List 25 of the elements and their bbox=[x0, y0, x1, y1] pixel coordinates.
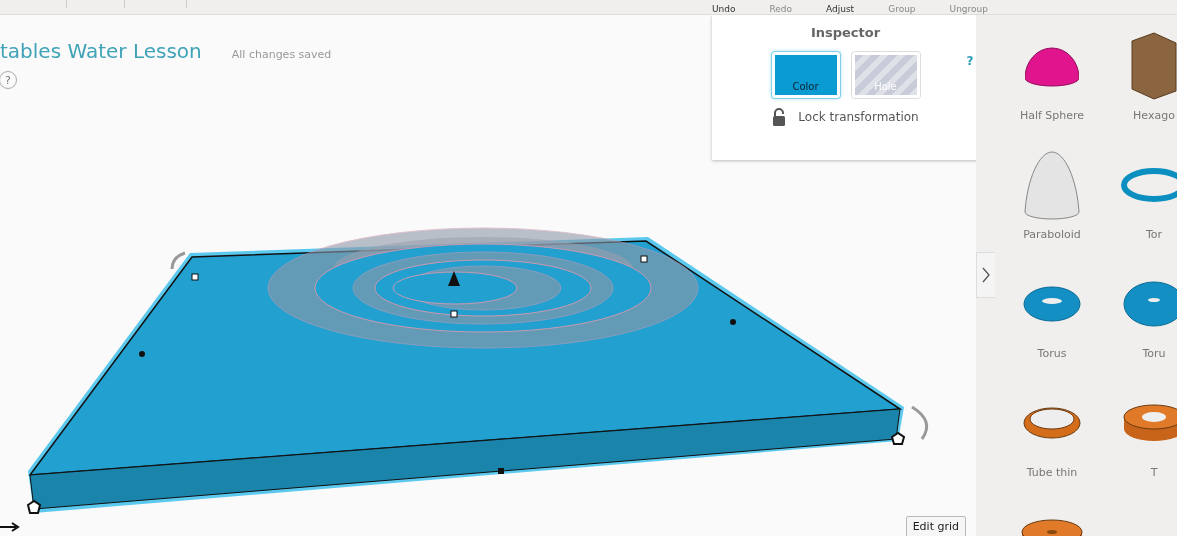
shape-label: Hexago bbox=[1133, 109, 1175, 122]
save-status: All changes saved bbox=[231, 48, 332, 61]
shape-label: T bbox=[1150, 466, 1158, 479]
shape-label: Tor bbox=[1145, 228, 1163, 241]
tube-icon bbox=[1023, 407, 1081, 439]
help-button[interactable]: ? bbox=[966, 54, 974, 68]
shape-label: Half Sphere bbox=[1019, 109, 1085, 122]
shape-label: Tube thin bbox=[1026, 466, 1078, 479]
hexagonal-prism-icon bbox=[1131, 32, 1177, 100]
torus-icon bbox=[1121, 168, 1177, 202]
open-padlock-icon[interactable] bbox=[772, 108, 787, 126]
torus-icon bbox=[1023, 286, 1081, 322]
toolbar-button[interactable]: Undo bbox=[711, 4, 736, 14]
paraboloid-icon bbox=[1024, 150, 1080, 220]
shape-label: Toru bbox=[1142, 347, 1166, 360]
chevron-right-icon bbox=[982, 267, 990, 283]
color-button[interactable]: Color bbox=[771, 52, 840, 98]
shape-label: Paraboloid bbox=[1023, 228, 1081, 241]
toolbar-button[interactable]: Adjust bbox=[826, 4, 855, 14]
panel-toggle-button[interactable] bbox=[976, 252, 995, 298]
inspector-title: Inspector bbox=[810, 25, 881, 40]
shape-label: Torus bbox=[1037, 347, 1067, 360]
edit-grid-button[interactable]: Edit grid bbox=[905, 516, 966, 536]
lock-label[interactable]: Lock transformation bbox=[798, 110, 919, 124]
design-title[interactable]: tables Water Lesson bbox=[0, 39, 202, 63]
